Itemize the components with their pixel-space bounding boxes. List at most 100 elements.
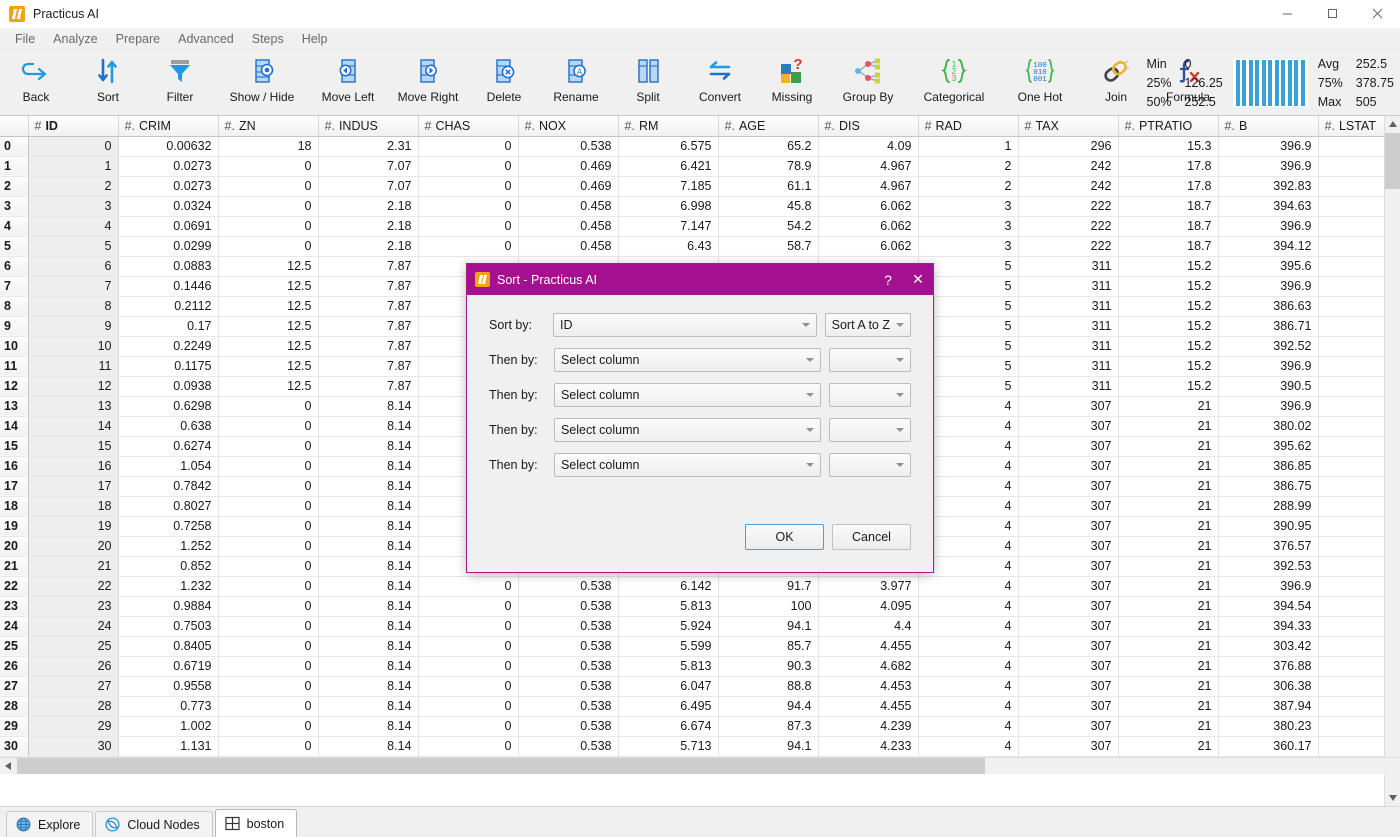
- table-cell[interactable]: 0.538: [518, 616, 618, 636]
- table-row[interactable]: 22221.23208.1400.5386.14291.73.977430721…: [0, 576, 1390, 596]
- table-cell[interactable]: 307: [1018, 736, 1118, 756]
- row-header[interactable]: 6: [0, 256, 28, 276]
- row-header[interactable]: 5: [0, 236, 28, 256]
- table-cell[interactable]: 306.38: [1218, 676, 1318, 696]
- table-cell[interactable]: 307: [1018, 696, 1118, 716]
- table-cell[interactable]: 0: [418, 656, 518, 676]
- row-header[interactable]: 9: [0, 316, 28, 336]
- table-row[interactable]: 28280.77308.1400.5386.49594.44.455430721…: [0, 696, 1390, 716]
- table-cell[interactable]: 0.1446: [118, 276, 218, 296]
- toolbar-button-move-left[interactable]: Move Left: [308, 50, 388, 115]
- row-header[interactable]: 18: [0, 496, 28, 516]
- table-cell[interactable]: 0.638: [118, 416, 218, 436]
- column-header-nox[interactable]: #.NOX: [518, 116, 618, 136]
- table-cell[interactable]: 0.538: [518, 636, 618, 656]
- table-cell[interactable]: 15.2: [1118, 316, 1218, 336]
- table-cell[interactable]: 7.185: [618, 176, 718, 196]
- then-by-direction-select-3[interactable]: [829, 418, 911, 442]
- table-cell[interactable]: 0.773: [118, 696, 218, 716]
- table-cell[interactable]: 0.0883: [118, 256, 218, 276]
- table-cell[interactable]: 8.14: [318, 656, 418, 676]
- table-cell[interactable]: 392.52: [1218, 336, 1318, 356]
- table-cell[interactable]: 6.998: [618, 196, 718, 216]
- table-cell[interactable]: 8.14: [318, 536, 418, 556]
- table-cell[interactable]: 21: [1118, 576, 1218, 596]
- column-header-crim[interactable]: #.CRIM: [118, 116, 218, 136]
- toolbar-button-filter[interactable]: Filter: [144, 50, 216, 115]
- table-cell[interactable]: 21: [28, 556, 118, 576]
- table-cell[interactable]: 0: [218, 636, 318, 656]
- table-cell[interactable]: 0: [218, 176, 318, 196]
- table-cell[interactable]: 3: [28, 196, 118, 216]
- table-row[interactable]: 24240.750308.1400.5385.92494.14.44307213…: [0, 616, 1390, 636]
- table-row[interactable]: 25250.840508.1400.5385.59985.74.45543072…: [0, 636, 1390, 656]
- table-cell[interactable]: 12.5: [218, 276, 318, 296]
- table-cell[interactable]: 8.14: [318, 616, 418, 636]
- table-cell[interactable]: 0.538: [518, 136, 618, 156]
- table-cell[interactable]: [1318, 656, 1390, 676]
- table-cell[interactable]: 8.14: [318, 496, 418, 516]
- table-cell[interactable]: 242: [1018, 176, 1118, 196]
- table-cell[interactable]: 4.239: [818, 716, 918, 736]
- table-cell[interactable]: [1318, 636, 1390, 656]
- table-cell[interactable]: 0: [218, 536, 318, 556]
- dialog-help-icon[interactable]: ?: [873, 264, 903, 295]
- table-cell[interactable]: 288.99: [1218, 496, 1318, 516]
- table-cell[interactable]: 11: [28, 356, 118, 376]
- table-cell[interactable]: 94.1: [718, 736, 818, 756]
- table-cell[interactable]: 242: [1018, 156, 1118, 176]
- table-row[interactable]: 550.029902.1800.4586.4358.76.062322218.7…: [0, 236, 1390, 256]
- table-cell[interactable]: [1318, 256, 1390, 276]
- table-cell[interactable]: 395.62: [1218, 436, 1318, 456]
- table-cell[interactable]: 18.7: [1118, 236, 1218, 256]
- table-cell[interactable]: 17.8: [1118, 156, 1218, 176]
- table-cell[interactable]: 21: [1118, 516, 1218, 536]
- row-header[interactable]: 12: [0, 376, 28, 396]
- table-cell[interactable]: 6.495: [618, 696, 718, 716]
- table-cell[interactable]: 0.0324: [118, 196, 218, 216]
- table-cell[interactable]: 85.7: [718, 636, 818, 656]
- table-cell[interactable]: 0.7258: [118, 516, 218, 536]
- table-cell[interactable]: 5.924: [618, 616, 718, 636]
- table-cell[interactable]: 21: [1118, 596, 1218, 616]
- table-cell[interactable]: 386.75: [1218, 476, 1318, 496]
- table-cell[interactable]: 18: [28, 496, 118, 516]
- table-cell[interactable]: 21: [1118, 416, 1218, 436]
- toolbar-button-delete[interactable]: Delete: [468, 50, 540, 115]
- table-row[interactable]: 440.069102.1800.4587.14754.26.062322218.…: [0, 216, 1390, 236]
- table-cell[interactable]: [1318, 276, 1390, 296]
- table-cell[interactable]: 2.18: [318, 196, 418, 216]
- table-cell[interactable]: 12.5: [218, 336, 318, 356]
- table-cell[interactable]: 5: [28, 236, 118, 256]
- table-cell[interactable]: 7.07: [318, 176, 418, 196]
- table-cell[interactable]: 1.131: [118, 736, 218, 756]
- menu-item-help[interactable]: Help: [293, 30, 337, 48]
- table-cell[interactable]: [1318, 136, 1390, 156]
- table-cell[interactable]: 12.5: [218, 376, 318, 396]
- table-cell[interactable]: 360.17: [1218, 736, 1318, 756]
- table-cell[interactable]: 4: [918, 676, 1018, 696]
- table-cell[interactable]: 0: [418, 676, 518, 696]
- table-cell[interactable]: 394.12: [1218, 236, 1318, 256]
- table-cell[interactable]: 21: [1118, 476, 1218, 496]
- table-cell[interactable]: 2.18: [318, 236, 418, 256]
- table-cell[interactable]: [1318, 356, 1390, 376]
- table-cell[interactable]: 21: [1118, 456, 1218, 476]
- table-cell[interactable]: 6.142: [618, 576, 718, 596]
- table-cell[interactable]: 5.813: [618, 596, 718, 616]
- table-cell[interactable]: 0.0691: [118, 216, 218, 236]
- table-cell[interactable]: 0.0299: [118, 236, 218, 256]
- table-cell[interactable]: 65.2: [718, 136, 818, 156]
- row-header[interactable]: 20: [0, 536, 28, 556]
- toolbar-button-sort[interactable]: Sort: [72, 50, 144, 115]
- menu-item-analyze[interactable]: Analyze: [44, 30, 106, 48]
- table-cell[interactable]: 222: [1018, 216, 1118, 236]
- table-cell[interactable]: 0.458: [518, 236, 618, 256]
- table-cell[interactable]: 311: [1018, 256, 1118, 276]
- table-cell[interactable]: 2: [918, 176, 1018, 196]
- table-cell[interactable]: 4: [918, 616, 1018, 636]
- table-cell[interactable]: [1318, 456, 1390, 476]
- table-cell[interactable]: 7.87: [318, 316, 418, 336]
- scroll-left-arrow-icon[interactable]: [0, 758, 16, 774]
- ok-button[interactable]: OK: [745, 524, 824, 550]
